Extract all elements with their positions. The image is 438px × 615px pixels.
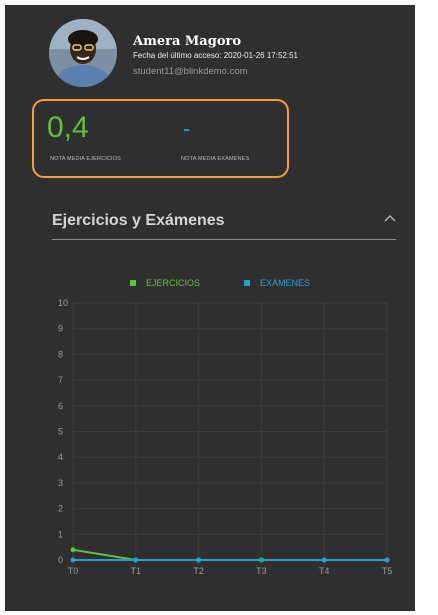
x-tick-label: T5 (382, 566, 393, 576)
legend-swatch (244, 280, 250, 286)
data-point (133, 557, 139, 563)
y-tick-label: 10 (58, 298, 68, 308)
x-tick-label: T2 (193, 566, 204, 576)
legend-swatch (130, 280, 136, 286)
legend-label: EXÁMENES (260, 278, 310, 288)
y-tick-label: 6 (58, 401, 63, 411)
data-point (70, 557, 76, 563)
y-tick-label: 0 (58, 555, 63, 565)
y-tick-label: 4 (58, 452, 63, 462)
x-tick-label: T4 (319, 566, 330, 576)
legend-label: EJERCICIOS (146, 278, 200, 288)
y-tick-label: 5 (58, 427, 63, 437)
y-tick-label: 2 (58, 504, 63, 514)
y-tick-label: 7 (58, 375, 63, 385)
x-tick-label: T3 (256, 566, 267, 576)
chart: 0 1 2 3 4 5 6 7 8 9 10 T0 T1 T2 T3 T4 T5 EJERCICIOS EXÁMEN… (58, 278, 393, 576)
y-tick-label: 1 (58, 529, 63, 539)
series-line (72, 548, 387, 561)
data-point (196, 557, 202, 563)
data-point (384, 557, 390, 563)
data-point (70, 547, 76, 553)
x-tick-label: T1 (131, 566, 142, 576)
y-tick-label: 3 (58, 478, 63, 488)
x-tick-label: T0 (68, 566, 79, 576)
data-point (258, 557, 264, 563)
y-tick-label: 8 (58, 349, 63, 359)
y-tick-label: 9 (58, 324, 63, 334)
data-point (321, 557, 327, 563)
